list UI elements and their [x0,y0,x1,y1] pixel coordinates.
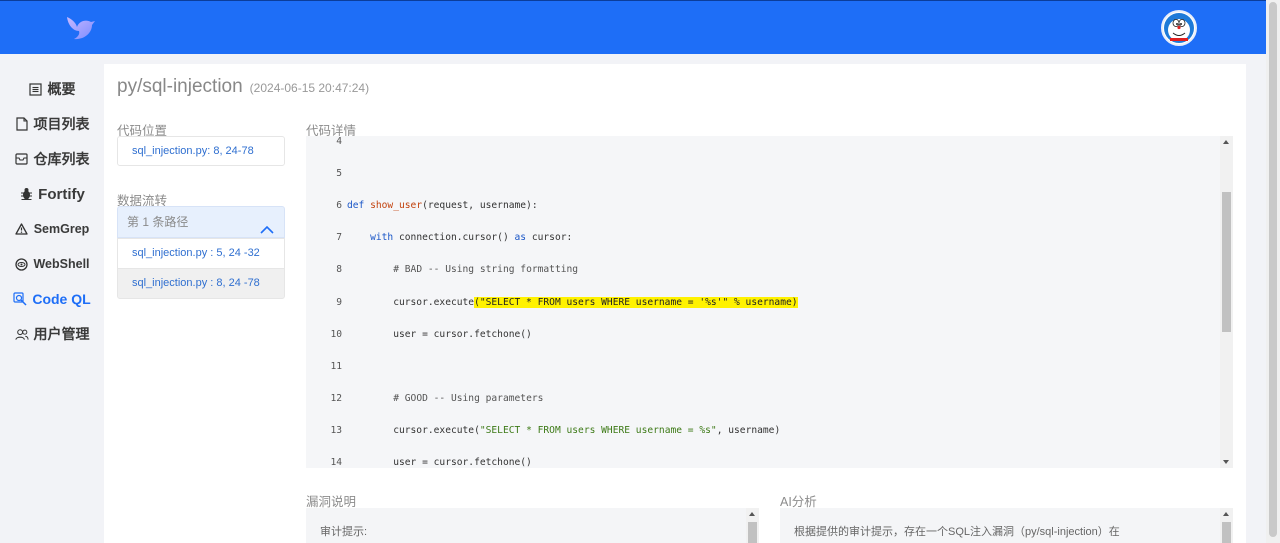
path-collapse-header[interactable]: 第 1 条路径 [117,206,285,238]
sidebar-item-label: Fortify [38,185,85,203]
vuln-desc-panel[interactable]: 审计提示: [306,508,759,543]
line-number: 5 [336,168,342,180]
path-step-link[interactable]: sql_injection.py : 8, 24 -78 [117,268,285,299]
scroll-up-icon[interactable] [749,512,755,516]
warning-icon [15,222,29,236]
chevron-up-icon [260,216,274,234]
path-header-label: 第 1 条路径 [127,215,189,229]
ai-analysis-text: 根据提供的审计提示，存在一个SQL注入漏洞（py/sql-injection）在 [794,526,1120,538]
inbox-icon [15,152,29,166]
line-number: 13 [330,424,342,436]
code-text: # BAD -- Using string formatting [393,264,579,276]
line-number: 6 [336,200,342,212]
page-timestamp: (2024-06-15 20:47:24) [249,81,370,95]
scroll-up-icon[interactable] [1223,140,1229,144]
code-text: cursor.execute("SELECT * FROM users WHER… [347,424,781,436]
vuln-desc-text: 审计提示: [320,526,368,538]
sidebar-item-repos[interactable]: 仓库列表 [0,145,104,173]
line-number: 11 [330,360,342,372]
sidebar-item-label: SemGrep [33,222,90,236]
top-bar [0,0,1266,54]
page-header: py/sql-injection (2024-06-15 20:47:24) [117,76,369,98]
search-code-icon [13,292,27,306]
sidebar-item-codeql[interactable]: Code QL [0,285,104,313]
sidebar-item-semgrep[interactable]: SemGrep [0,215,104,243]
path-step-link[interactable]: sql_injection.py : 5, 24 -32 [117,238,285,269]
line-number: 9 [336,296,342,308]
sidebar-item-label: 项目列表 [33,116,90,132]
scroll-down-icon[interactable] [1223,460,1229,464]
sidebar-item-label: 用户管理 [33,326,90,342]
scroll-up-icon[interactable] [1223,512,1229,516]
code-text: user = cursor.fetchone() [347,457,532,468]
eye-icon [14,257,28,271]
file-icon [15,117,29,131]
list-icon [29,82,43,96]
line-number: 14 [330,457,342,468]
ai-scrollbar[interactable] [1220,508,1233,543]
code-scrollbar[interactable] [1220,136,1233,468]
code-location-link[interactable]: sql_injection.py: 8, 24-78 [117,136,285,166]
code-text: with connection.cursor() as cursor: [370,232,573,244]
main-content: py/sql-injection (2024-06-15 20:47:24) 代… [104,64,1246,543]
code-text: cursor.execute("SELECT * FROM users WHER… [347,296,798,308]
sidebar-item-projects[interactable]: 项目列表 [0,110,104,138]
sidebar: 概要 项目列表 仓库列表 Fortify SemGrep WebShell Co… [0,54,104,543]
sidebar-item-label: Code QL [32,291,91,307]
line-number: 7 [336,232,342,244]
sidebar-item-label: 概要 [47,81,76,97]
desc-scrollbar[interactable] [746,508,759,543]
bird-logo-icon[interactable] [64,13,96,43]
line-number: 4 [336,136,342,147]
ai-analysis-panel[interactable]: 根据提供的审计提示，存在一个SQL注入漏洞（py/sql-injection）在 [780,508,1233,543]
page-title: py/sql-injection [117,76,243,97]
line-number: 8 [336,264,342,276]
sidebar-item-fortify[interactable]: Fortify [0,180,104,208]
code-text: # GOOD -- Using parameters [393,392,544,404]
sidebar-item-users[interactable]: 用户管理 [0,320,104,348]
sidebar-item-overview[interactable]: 概要 [0,75,104,103]
code-viewer[interactable]: 4 5 6 def show_user(request, username): 7 wi… [306,136,1233,468]
code-text: user = cursor.fetchone() [347,328,532,340]
bug-icon [19,187,33,201]
users-icon [14,327,29,341]
code-text: def show_user(request, username): [347,200,538,212]
line-number: 10 [330,328,342,340]
sidebar-item-label: WebShell [33,257,90,271]
doraemon-avatar-icon[interactable] [1161,10,1197,46]
sidebar-item-webshell[interactable]: WebShell [0,250,104,278]
line-number: 12 [330,392,342,404]
sidebar-item-label: 仓库列表 [33,151,90,167]
page-scrollbar[interactable] [1266,0,1280,543]
